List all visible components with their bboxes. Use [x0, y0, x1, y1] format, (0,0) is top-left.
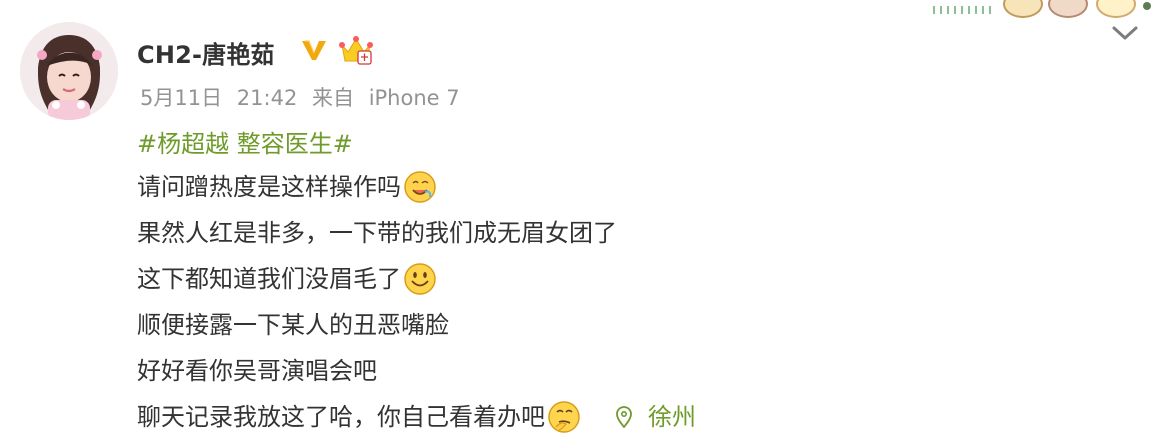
verified-v-icon — [302, 40, 326, 60]
post-device[interactable]: iPhone 7 — [369, 86, 460, 110]
post-line-text: 请问蹭热度是这样操作吗 — [137, 173, 401, 201]
post-line: 聊天记录我放这了哈，你自己看着办吧 徐州 — [137, 394, 1137, 440]
post-source-label: 来自 — [312, 86, 354, 110]
post-time: 21:42 — [236, 86, 298, 110]
decorative-egg-shape — [1048, 0, 1088, 18]
post-line-text: 果然人红是非多，一下带的我们成无眉女团了 — [137, 219, 617, 247]
decorative-ticks — [933, 6, 993, 14]
avatar[interactable] — [20, 22, 118, 120]
location-label: 徐州 — [648, 403, 696, 431]
post-line-text: 顺便接露一下某人的丑恶嘴脸 — [137, 311, 449, 339]
post-line-text: 这下都知道我们没眉毛了 — [137, 265, 401, 293]
post-line: 这下都知道我们没眉毛了 — [137, 256, 1137, 302]
topic-line: #杨超越 整容医生# — [137, 124, 1137, 164]
post-line: 请问蹭热度是这样操作吗 — [137, 164, 1137, 210]
post-content: #杨超越 整容医生# 请问蹭热度是这样操作吗 果然人红是非多，一下带的我们成无眉… — [137, 124, 1137, 440]
post-meta: 5月11日 21:42 来自 iPhone 7 — [140, 82, 460, 112]
post-date: 5月11日 — [140, 86, 223, 110]
decorative-egg-shape — [1003, 0, 1043, 18]
location-link[interactable]: 徐州 — [615, 398, 696, 436]
weibo-post-card: CH2-唐艳茹 5月11日 21:42 来自 iPhone 7 #杨超越 整容医… — [0, 0, 1168, 444]
thinking-emoji-icon — [548, 401, 580, 433]
decorative-egg-shape — [1096, 0, 1136, 18]
location-pin-icon — [616, 406, 632, 428]
drooling-emoji-icon — [404, 171, 436, 203]
post-line: 顺便接露一下某人的丑恶嘴脸 — [137, 302, 1137, 348]
crown-icon[interactable] — [339, 34, 373, 66]
top-right-decoration — [933, 0, 1168, 20]
post-line: 果然人红是非多，一下带的我们成无眉女团了 — [137, 210, 1137, 256]
topic-link[interactable]: #杨超越 整容医生# — [137, 125, 353, 163]
post-line-text: 好好看你吴哥演唱会吧 — [137, 357, 377, 385]
post-line: 好好看你吴哥演唱会吧 — [137, 348, 1137, 394]
avatar-portrait — [20, 22, 118, 120]
decorative-dot — [1143, 2, 1151, 10]
author-name[interactable]: CH2-唐艳茹 — [137, 35, 275, 70]
chevron-down-icon[interactable] — [1110, 22, 1140, 44]
post-line-text: 聊天记录我放这了哈，你自己看着办吧 — [137, 403, 545, 431]
smile-emoji-icon — [404, 263, 436, 295]
